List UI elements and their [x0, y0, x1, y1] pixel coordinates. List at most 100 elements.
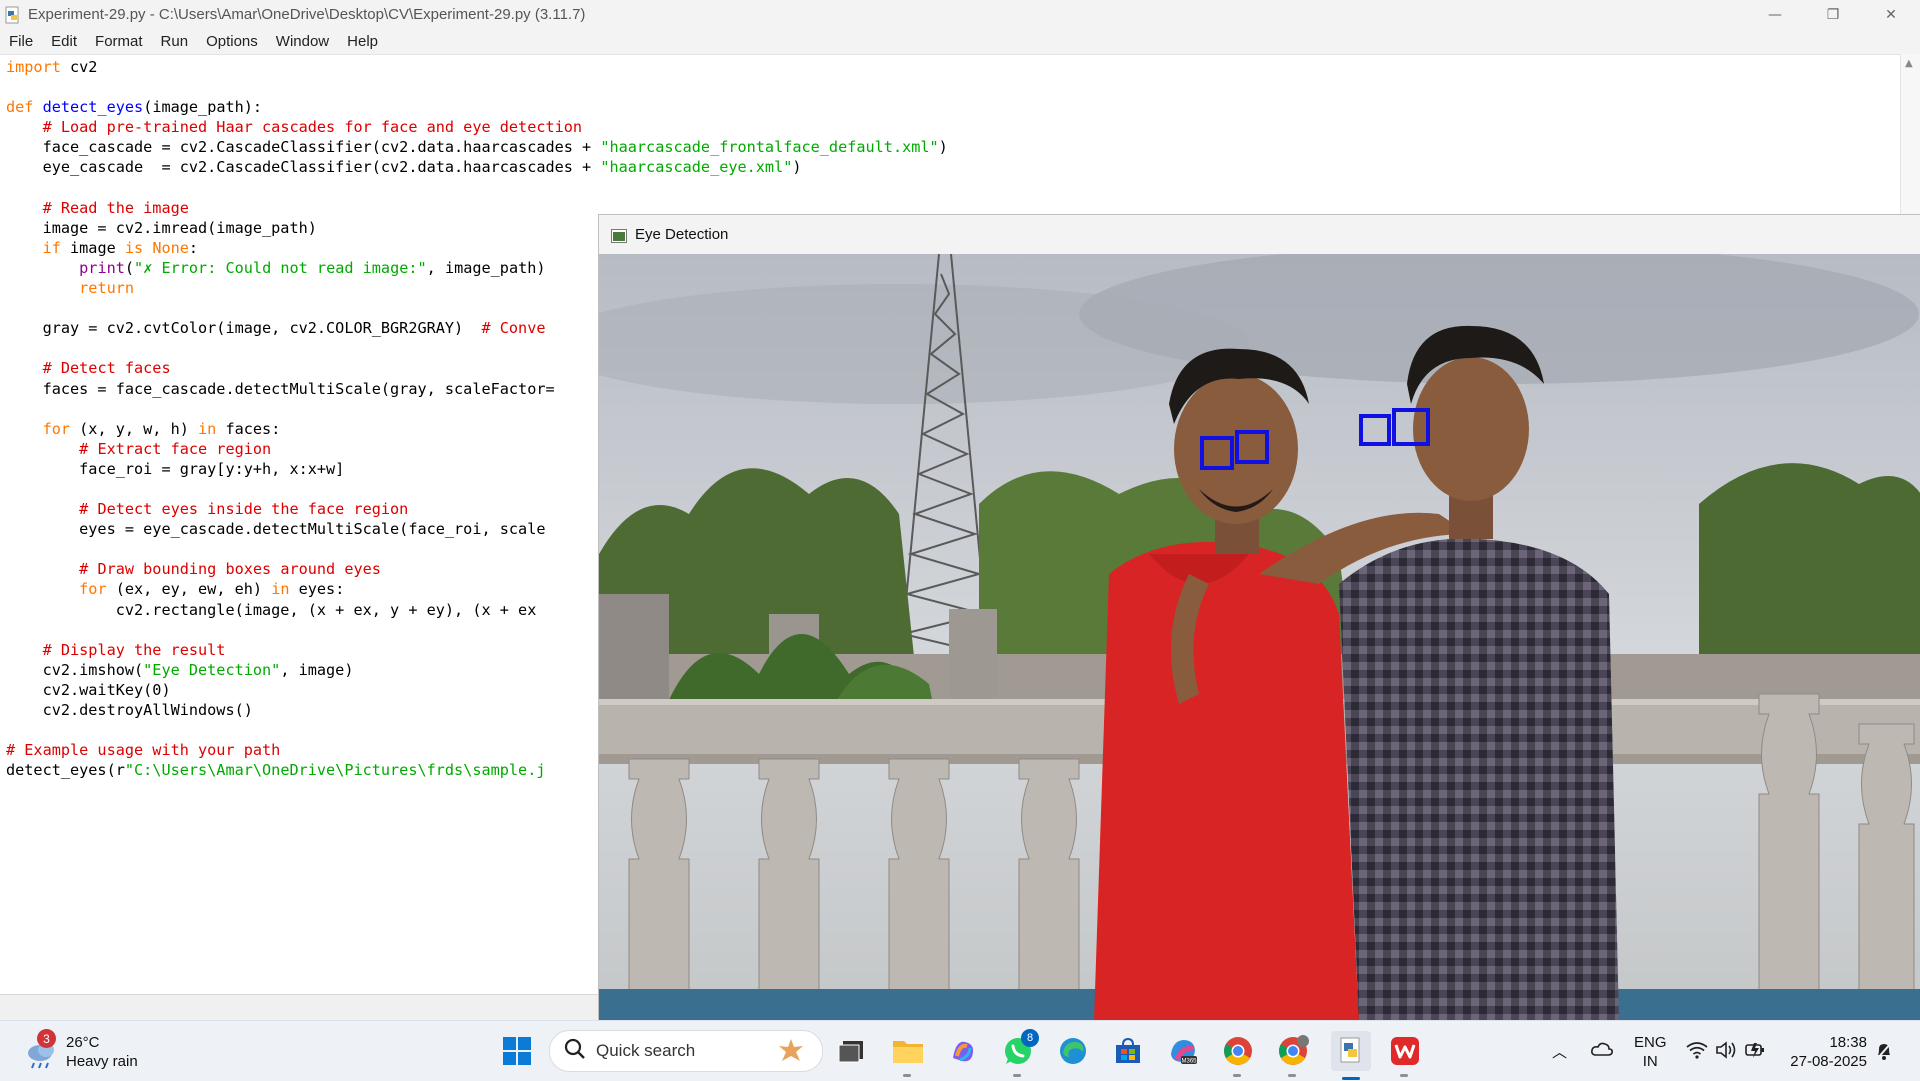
code-token: "C:\Users\Amar\OneDrive\Pictures\frds\sa…: [124, 761, 546, 780]
folder-icon: [893, 1041, 923, 1063]
code-line[interactable]: return: [6, 279, 134, 297]
notification-bell-icon[interactable]: [1875, 1041, 1893, 1065]
wifi-icon[interactable]: [1686, 1041, 1708, 1063]
wps-office-button[interactable]: [1388, 1034, 1422, 1077]
chrome-profile-button[interactable]: [1276, 1034, 1310, 1077]
code-line[interactable]: # Load pre-trained Haar cascades for fac…: [6, 118, 582, 136]
code-token: for: [79, 580, 107, 599]
code-line[interactable]: gray = cv2.cvtColor(image, cv2.COLOR_BGR…: [6, 319, 546, 337]
menu-window[interactable]: Window: [267, 33, 338, 50]
language-line-1: ENG: [1634, 1034, 1667, 1051]
wps-icon: [1391, 1037, 1419, 1065]
edge-button[interactable]: [1056, 1034, 1090, 1068]
code-token: ): [792, 158, 802, 177]
chrome-button[interactable]: [1221, 1034, 1255, 1077]
code-line[interactable]: faces = face_cascade.detectMultiScale(gr…: [6, 380, 555, 398]
eye-detection-window[interactable]: Eye Detection: [598, 214, 1920, 1021]
code-token: (ex, ey, ew, eh): [106, 580, 272, 599]
language-indicator[interactable]: ENG IN: [1634, 1033, 1667, 1071]
microsoft-365-button[interactable]: M365: [1166, 1034, 1200, 1068]
menu-bar: File Edit Format Run Options Window Help: [0, 29, 1920, 54]
file-explorer-button[interactable]: [891, 1034, 925, 1077]
weather-widget[interactable]: 3 26°C Heavy rain: [22, 1029, 138, 1071]
menu-edit[interactable]: Edit: [42, 33, 86, 50]
code-token: # Detect faces: [42, 359, 171, 378]
whatsapp-button[interactable]: 8: [1001, 1029, 1039, 1077]
code-line[interactable]: # Read the image: [6, 199, 189, 217]
code-token: # Display the result: [42, 640, 226, 659]
code-token: cv2.destroyAllWindows(): [6, 701, 253, 719]
menu-format[interactable]: Format: [86, 33, 152, 50]
code-token: image = cv2.imread(image_path): [6, 218, 317, 237]
code-token: None: [152, 238, 189, 257]
code-line[interactable]: if image is None:: [6, 238, 199, 257]
volume-icon[interactable]: [1715, 1041, 1737, 1063]
code-token: # Draw bounding boxes around eyes: [79, 560, 381, 579]
menu-file[interactable]: File: [0, 33, 42, 50]
window-icon: [611, 228, 627, 243]
code-token: return: [79, 279, 135, 298]
code-token: eye_cascade = cv2.CascadeClassifier(cv2.…: [6, 158, 601, 177]
code-token: detect_eyes(r: [6, 761, 125, 780]
close-button[interactable]: ✕: [1862, 0, 1920, 29]
code-line[interactable]: face_roi = gray[y:y+h, x:x+w]: [6, 460, 344, 478]
taskbar-search[interactable]: Quick search: [549, 1030, 823, 1072]
menu-help[interactable]: Help: [338, 33, 387, 50]
code-token: face_roi = gray[y:y+h, x:x+w]: [6, 459, 345, 478]
battery-charging-icon[interactable]: [1744, 1041, 1766, 1063]
rain-cloud-icon: 3: [22, 1029, 60, 1071]
code-line[interactable]: for (x, y, w, h) in faces:: [6, 419, 281, 438]
code-line[interactable]: # Detect faces: [6, 359, 171, 377]
code-line[interactable]: for (ex, ey, ew, eh) in eyes:: [6, 580, 344, 598]
system-clock[interactable]: 18:38 27-08-2025: [1785, 1033, 1867, 1071]
task-view-button[interactable]: [834, 1034, 868, 1068]
scroll-up-arrow-icon[interactable]: ▲: [1905, 58, 1913, 69]
code-line[interactable]: eye_cascade = cv2.CascadeClassifier(cv2.…: [6, 158, 802, 176]
code-token: ": [134, 258, 144, 277]
code-line[interactable]: # Draw bounding boxes around eyes: [6, 560, 381, 578]
code-line[interactable]: # Detect eyes inside the face region: [6, 500, 408, 518]
start-button[interactable]: [500, 1034, 534, 1068]
code-line[interactable]: image = cv2.imread(image_path): [6, 219, 317, 237]
minimize-button[interactable]: —: [1746, 0, 1804, 29]
onedrive-cloud-icon[interactable]: [1590, 1041, 1614, 1061]
code-line[interactable]: def detect_eyes(image_path):: [6, 98, 262, 116]
code-token: "Eye Detection": [143, 660, 281, 679]
python-idle-button[interactable]: [1331, 1031, 1371, 1080]
eye-detection-title-bar[interactable]: Eye Detection: [599, 215, 1920, 254]
code-line[interactable]: cv2.imshow("Eye Detection", image): [6, 660, 354, 679]
menu-options[interactable]: Options: [197, 33, 267, 50]
code-line[interactable]: cv2.destroyAllWindows(): [6, 701, 253, 719]
code-line[interactable]: # Extract face region: [6, 440, 271, 458]
code-line[interactable]: import cv2: [6, 58, 97, 76]
code-line[interactable]: face_cascade = cv2.CascadeClassifier(cv2…: [6, 138, 948, 156]
code-token: in: [198, 419, 217, 438]
code-line[interactable]: print("✗ Error: Could not read image:", …: [6, 258, 545, 277]
menu-run[interactable]: Run: [152, 33, 198, 50]
code-token: # Read the image: [42, 198, 189, 217]
copilot-button[interactable]: [946, 1034, 980, 1068]
code-line[interactable]: cv2.waitKey(0): [6, 681, 171, 699]
editor-status-area: [0, 994, 600, 1021]
code-line[interactable]: eyes = eye_cascade.detectMultiScale(face…: [6, 520, 545, 538]
code-line[interactable]: # Display the result: [6, 640, 226, 659]
microsoft-store-button[interactable]: [1111, 1034, 1145, 1068]
maximize-button[interactable]: ❐: [1804, 0, 1862, 29]
code-line[interactable]: # Example usage with your path: [6, 741, 280, 759]
code-token: import: [6, 58, 61, 76]
code-token: print: [79, 258, 125, 277]
code-line[interactable]: cv2.rectangle(image, (x + ex, y + ey), (…: [6, 601, 545, 619]
code-token: if: [42, 238, 61, 257]
python-file-icon: [4, 6, 22, 24]
windows-logo-icon: [503, 1037, 531, 1065]
code-token: faces = face_cascade.detectMultiScale(gr…: [6, 379, 555, 398]
code-token: def: [6, 98, 34, 117]
code-line[interactable]: detect_eyes(r"C:\Users\Amar\OneDrive\Pic…: [6, 761, 545, 779]
chevron-up-icon[interactable]: ︿: [1552, 1041, 1567, 1062]
code-token: (image_path):: [143, 98, 263, 117]
